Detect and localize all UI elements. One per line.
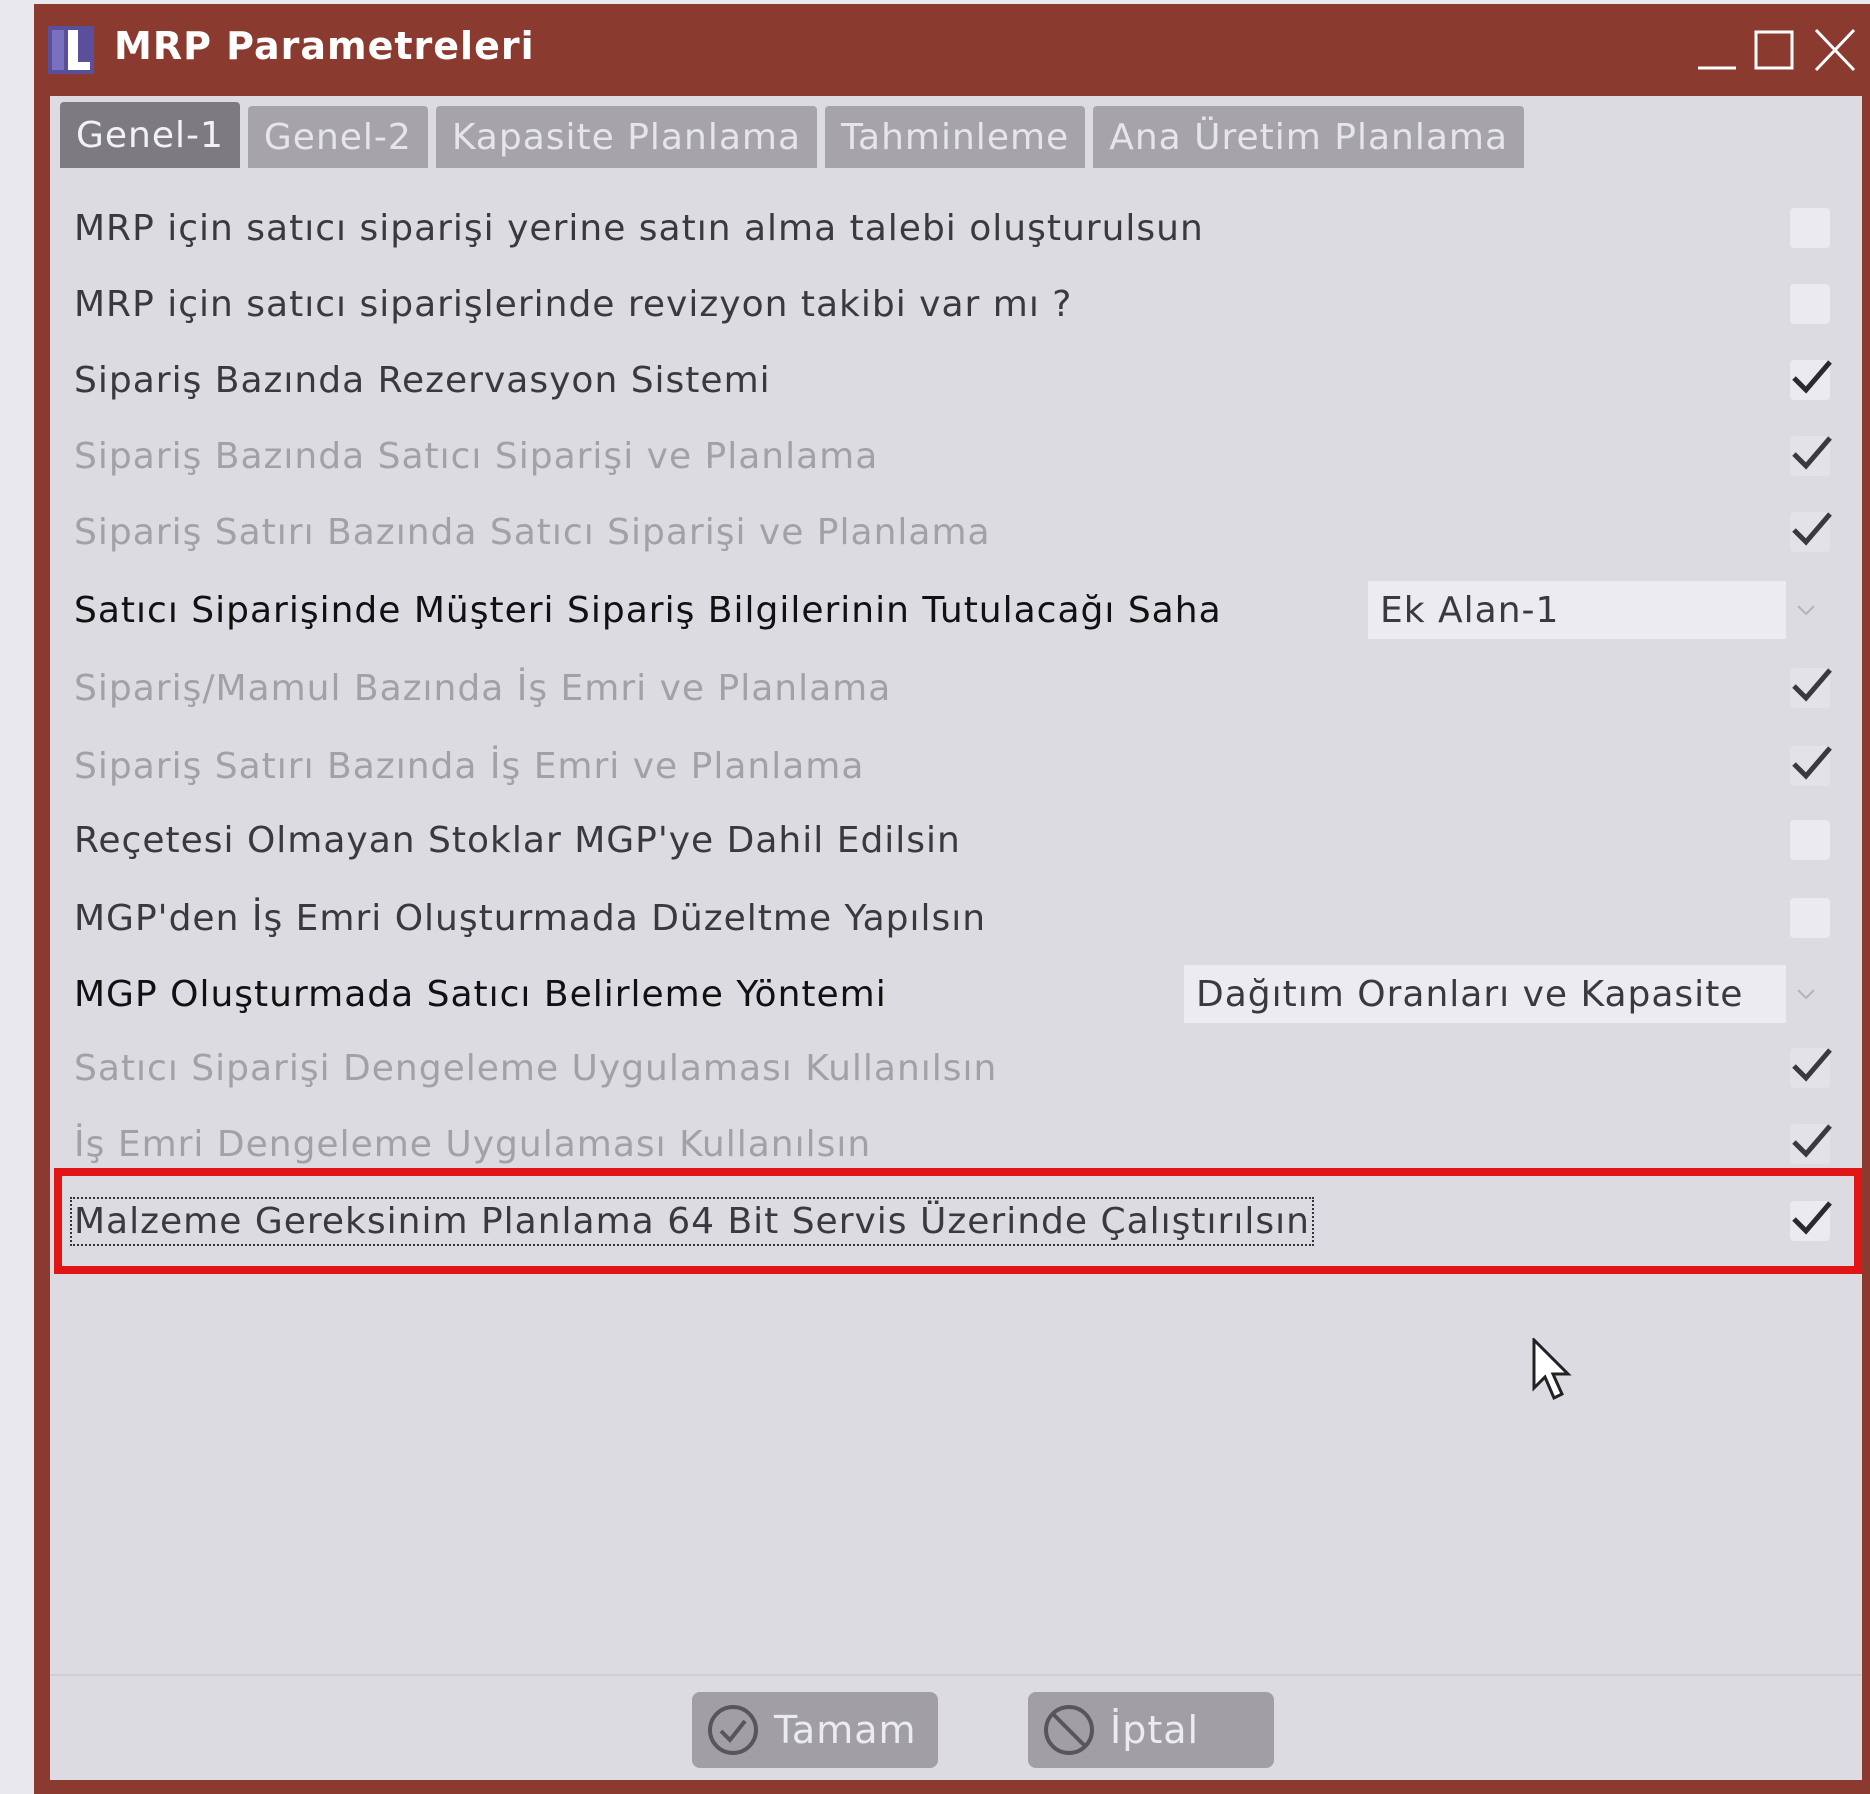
param-checkbox[interactable]	[1790, 668, 1832, 708]
param-label: İş Emri Dengeleme Uygulaması Kullanılsın	[74, 1123, 872, 1165]
param-checkbox[interactable]	[1790, 1201, 1832, 1241]
param-label: Sipariş Satırı Bazında Satıcı Siparişi v…	[74, 511, 991, 553]
dropdown-value: Ek Alan-1	[1368, 581, 1786, 639]
title-bar[interactable]: MRP Parametreleri	[34, 4, 1870, 96]
param-label: Satıcı Siparişi Dengeleme Uygulaması Kul…	[74, 1047, 998, 1089]
param-label: Sipariş Satırı Bazında İş Emri ve Planla…	[74, 745, 865, 787]
param-label: MGP'den İş Emri Oluşturmada Düzeltme Yap…	[74, 897, 987, 939]
tab-genel-1[interactable]: Genel-1	[60, 102, 240, 168]
param-label: MRP için satıcı siparişi yerine satın al…	[74, 207, 1204, 249]
checkmark-icon	[1792, 746, 1832, 780]
ok-button-label: Tamam	[774, 1708, 917, 1752]
param-checkbox[interactable]	[1790, 512, 1832, 552]
param-checkbox[interactable]	[1790, 820, 1830, 860]
param-label: Sipariş/Mamul Bazında İş Emri ve Planlam…	[74, 667, 892, 709]
tab-ana-uretim-planlama[interactable]: Ana Üretim Planlama	[1093, 106, 1525, 168]
mouse-pointer-icon	[1532, 1338, 1572, 1401]
param-checkbox[interactable]	[1790, 360, 1832, 400]
param-checkbox[interactable]	[1790, 898, 1830, 938]
dialog-body: Genel-1 Genel-2 Kapasite Planlama Tahmin…	[50, 96, 1862, 1780]
param-label: MRP için satıcı siparişlerinde revizyon …	[74, 283, 1073, 325]
param-label: Satıcı Siparişinde Müşteri Sipariş Bilgi…	[74, 589, 1222, 631]
cancel-circle-icon	[1044, 1705, 1094, 1755]
param-row: Satıcı Siparişi Dengeleme Uygulaması Kul…	[50, 1030, 1862, 1106]
cancel-button[interactable]: İptal	[1028, 1692, 1274, 1768]
param-checkbox[interactable]	[1790, 436, 1832, 476]
cancel-button-label: İptal	[1110, 1708, 1200, 1752]
param-label: MGP Oluşturmada Satıcı Belirleme Yöntemi	[74, 973, 887, 1015]
checkmark-icon	[1792, 436, 1832, 470]
checkmark-icon	[1792, 360, 1832, 394]
param-row: MGP'den İş Emri Oluşturmada Düzeltme Yap…	[50, 880, 1862, 956]
param-row: Satıcı Siparişinde Müşteri Sipariş Bilgi…	[50, 572, 1862, 648]
param-row: MRP için satıcı siparişi yerine satın al…	[50, 190, 1862, 266]
param-checkbox[interactable]	[1790, 1124, 1832, 1164]
check-circle-icon	[708, 1705, 758, 1755]
mrp-parameters-window: MRP Parametreleri Genel-1 Genel-2 Kapasi…	[34, 4, 1870, 1794]
footer-separator	[50, 1674, 1862, 1676]
param-label: Malzeme Gereksinim Planlama 64 Bit Servi…	[70, 1196, 1314, 1246]
app-logo-icon	[48, 26, 94, 74]
tab-strip: Genel-1 Genel-2 Kapasite Planlama Tahmin…	[60, 102, 1525, 170]
param-label: Reçetesi Olmayan Stoklar MGP'ye Dahil Ed…	[74, 819, 961, 861]
chevron-down-icon[interactable]	[1786, 965, 1826, 1023]
checkmark-icon	[1792, 1124, 1832, 1158]
chevron-down-icon[interactable]	[1786, 581, 1826, 639]
param-checkbox[interactable]	[1790, 1048, 1832, 1088]
param-row: Malzeme Gereksinim Planlama 64 Bit Servi…	[50, 1183, 1862, 1259]
tab-tahminleme[interactable]: Tahminleme	[825, 106, 1086, 168]
ok-button[interactable]: Tamam	[692, 1692, 938, 1768]
checkmark-icon	[1792, 512, 1832, 546]
param-row: MRP için satıcı siparişlerinde revizyon …	[50, 266, 1862, 342]
close-icon[interactable]	[1812, 24, 1858, 76]
minimize-icon[interactable]	[1694, 24, 1740, 76]
param-row: Sipariş Bazında Satıcı Siparişi ve Planl…	[50, 418, 1862, 494]
param-row: Sipariş Satırı Bazında Satıcı Siparişi v…	[50, 494, 1862, 570]
param-row: Sipariş Satırı Bazında İş Emri ve Planla…	[50, 728, 1862, 804]
param-row: MGP Oluşturmada Satıcı Belirleme Yöntemi…	[50, 956, 1862, 1032]
tab-kapasite-planlama[interactable]: Kapasite Planlama	[435, 106, 818, 168]
param-label: Sipariş Bazında Satıcı Siparişi ve Planl…	[74, 435, 879, 477]
param-label: Sipariş Bazında Rezervasyon Sistemi	[74, 359, 771, 401]
param-checkbox[interactable]	[1790, 746, 1832, 786]
dropdown-value: Dağıtım Oranları ve Kapasite	[1184, 965, 1786, 1023]
checkmark-icon	[1792, 1201, 1832, 1235]
param-checkbox[interactable]	[1790, 208, 1830, 248]
checkmark-icon	[1792, 1048, 1832, 1082]
tab-genel-2[interactable]: Genel-2	[247, 106, 428, 168]
param-row: Sipariş Bazında Rezervasyon Sistemi	[50, 342, 1862, 418]
checkmark-icon	[1792, 668, 1832, 702]
maximize-icon[interactable]	[1752, 24, 1798, 76]
param-row: Sipariş/Mamul Bazında İş Emri ve Planlam…	[50, 650, 1862, 726]
vendor-method-dropdown[interactable]: Dağıtım Oranları ve Kapasite	[1184, 965, 1826, 1023]
field-dropdown[interactable]: Ek Alan-1	[1368, 581, 1826, 639]
window-title: MRP Parametreleri	[114, 24, 535, 68]
param-checkbox[interactable]	[1790, 284, 1830, 324]
param-row: Reçetesi Olmayan Stoklar MGP'ye Dahil Ed…	[50, 802, 1862, 878]
